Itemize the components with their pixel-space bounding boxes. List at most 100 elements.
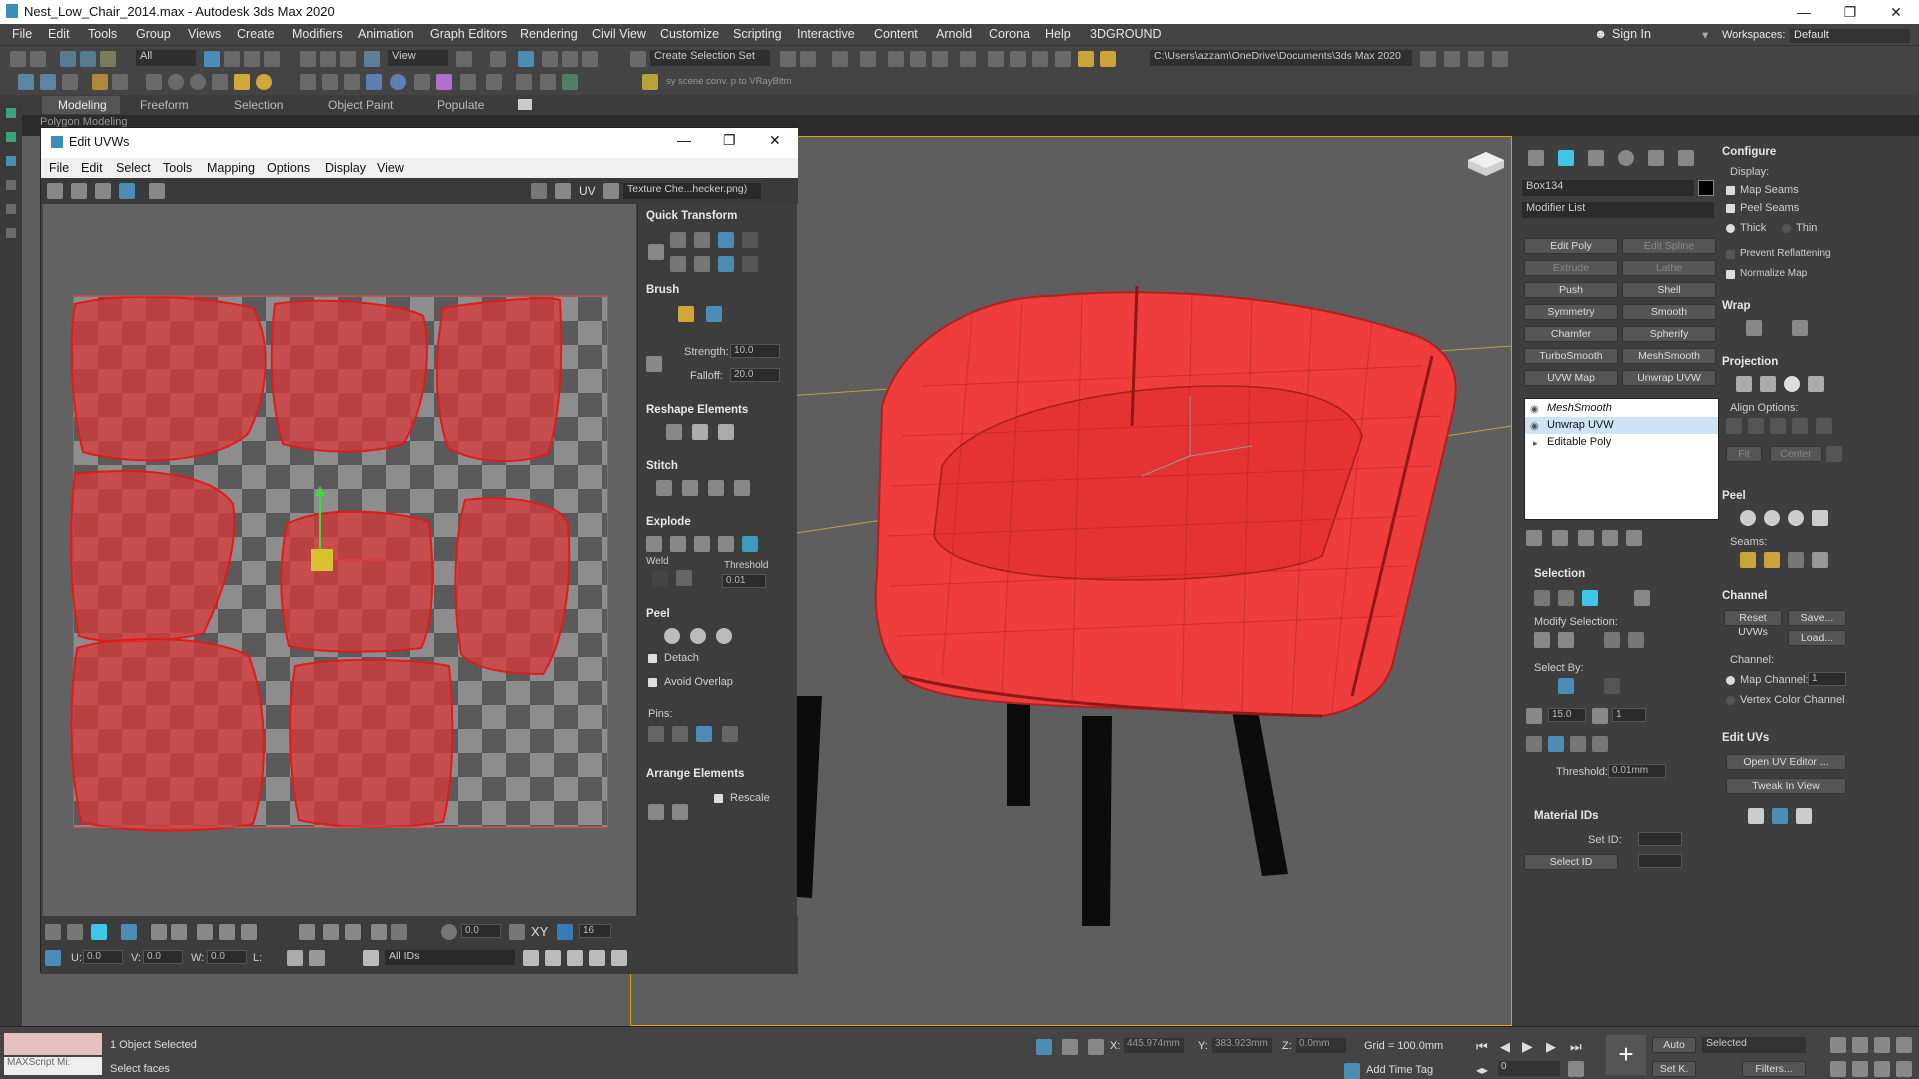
- hierarchy-tool-icon[interactable]: [6, 156, 16, 166]
- move-icon[interactable]: [300, 51, 316, 67]
- uv-maximize-button[interactable]: ❐: [723, 132, 736, 149]
- brush-line-icon[interactable]: [646, 356, 662, 372]
- cone-icon[interactable]: [212, 74, 228, 90]
- uv-pinch-icon[interactable]: [391, 924, 407, 940]
- bind-space-warp-icon[interactable]: [100, 51, 116, 67]
- peel-header[interactable]: Peel: [646, 608, 670, 620]
- u-spinner[interactable]: 0.0: [83, 950, 123, 964]
- vertex-color-radio[interactable]: [1726, 696, 1735, 705]
- zoom-extents-icon[interactable]: [1874, 1037, 1890, 1053]
- arrange-elements-header[interactable]: Arrange Elements: [646, 768, 744, 780]
- visibility-eye-icon[interactable]: ◉: [1530, 402, 1539, 418]
- vray-material-icon[interactable]: [436, 74, 452, 90]
- uv-filter-icon[interactable]: [363, 950, 379, 966]
- quick-planar-map-icon[interactable]: [1748, 808, 1764, 824]
- turbosmooth-button[interactable]: TurboSmooth: [1524, 348, 1618, 364]
- object-color-swatch[interactable]: [1698, 180, 1714, 196]
- pin-stack-icon[interactable]: [1526, 530, 1542, 546]
- axis-x-icon[interactable]: [1548, 736, 1564, 752]
- uv-paint-select-icon[interactable]: [323, 924, 339, 940]
- ribbon-options-icon[interactable]: [518, 99, 532, 110]
- sel-edge-icon[interactable]: [1558, 590, 1574, 606]
- menu-modifiers[interactable]: Modifiers: [292, 27, 343, 41]
- material-id-filter[interactable]: All IDs: [385, 950, 515, 965]
- shrink-selection-icon[interactable]: [1558, 632, 1574, 648]
- planar-map-icon[interactable]: [1736, 376, 1752, 392]
- select-by-uv-icon[interactable]: [1604, 678, 1620, 694]
- zoom-all-icon[interactable]: [1852, 1037, 1868, 1053]
- paint-tool-icon[interactable]: [112, 74, 128, 90]
- edit-named-selection-icon[interactable]: [630, 51, 646, 67]
- light-icon[interactable]: [234, 74, 250, 90]
- axis-y-icon[interactable]: [1570, 736, 1586, 752]
- extrude-button[interactable]: Extrude: [1524, 260, 1618, 276]
- uv-menu-edit[interactable]: Edit: [81, 161, 103, 175]
- pin-icon[interactable]: [642, 74, 658, 90]
- uv-freeform-icon[interactable]: [119, 183, 135, 199]
- relax-settings-icon[interactable]: [718, 424, 734, 440]
- rotate-ccw-icon[interactable]: [718, 232, 734, 248]
- align-vertical-icon[interactable]: [694, 232, 710, 248]
- auto-pin-icon[interactable]: [696, 726, 712, 742]
- uv-xy-toggle[interactable]: XY: [531, 924, 548, 939]
- align-to-view-icon[interactable]: [1816, 418, 1832, 434]
- pack-together-icon[interactable]: [672, 804, 688, 820]
- scene-tool-icon[interactable]: [92, 74, 108, 90]
- uv-curve-icon[interactable]: [509, 924, 525, 940]
- utilities-panel-icon[interactable]: [1678, 150, 1694, 166]
- peel-reset-icon[interactable]: [1788, 510, 1804, 526]
- uv-soft-select-icon[interactable]: [345, 924, 361, 940]
- relax-brush-icon[interactable]: [706, 306, 722, 322]
- convert-edge-icon[interactable]: [1812, 510, 1828, 526]
- flatten-by-polygon-icon[interactable]: [694, 536, 710, 552]
- open-project-icon[interactable]: [1420, 51, 1436, 67]
- display-panel-icon[interactable]: [1648, 150, 1664, 166]
- tab-object-paint[interactable]: Object Paint: [328, 98, 393, 112]
- maxscript-listener-mini[interactable]: [4, 1033, 102, 1055]
- select-id-button[interactable]: Select ID: [1524, 854, 1618, 870]
- visibility-eye-icon[interactable]: ◉: [1530, 419, 1539, 435]
- tab-populate[interactable]: Populate: [437, 98, 484, 112]
- expand-arrow-icon[interactable]: ▸: [1533, 435, 1538, 451]
- angle-snap-icon[interactable]: [542, 51, 558, 67]
- save-button[interactable]: Save...: [1788, 610, 1846, 626]
- planar-angle-icon[interactable]: [1526, 708, 1542, 724]
- quick-peel-icon[interactable]: [1740, 510, 1756, 526]
- select-tool-icon[interactable]: [6, 132, 16, 142]
- utilities-tool-icon[interactable]: [6, 228, 16, 238]
- user-icon[interactable]: ☻: [1594, 27, 1607, 41]
- time-tag-icon[interactable]: [1344, 1063, 1360, 1079]
- render-cloud-icon[interactable]: [1078, 51, 1094, 67]
- w-spinner[interactable]: 0.0: [207, 950, 247, 964]
- unfold-mapping-icon[interactable]: [1792, 320, 1808, 336]
- minimize-button[interactable]: —: [1781, 0, 1827, 24]
- prev-frame-icon[interactable]: ◀: [1500, 1039, 1510, 1055]
- uv-menu-display[interactable]: Display: [325, 161, 366, 175]
- peel-mode-icon[interactable]: [1764, 510, 1780, 526]
- peel-rollout-header[interactable]: Peel: [1722, 490, 1746, 502]
- key-mode-icon[interactable]: ◂▸: [1476, 1063, 1488, 1077]
- select-by-mat-id-icon[interactable]: [1592, 708, 1608, 724]
- uv-rotate-icon[interactable]: [71, 183, 87, 199]
- menu-tools[interactable]: Tools: [88, 27, 117, 41]
- tab-freeform[interactable]: Freeform: [140, 98, 189, 112]
- zoom-extents-all-icon[interactable]: [1896, 1037, 1912, 1053]
- relax-icon[interactable]: [692, 424, 708, 440]
- select-by-name-icon[interactable]: [224, 51, 240, 67]
- push-button[interactable]: Push: [1524, 282, 1618, 298]
- teapot-icon[interactable]: [146, 74, 162, 90]
- save-project-icon[interactable]: [1444, 51, 1460, 67]
- menu-interactive[interactable]: Interactive: [797, 27, 855, 41]
- uv-hide-icon[interactable]: [309, 950, 325, 966]
- sel-element-icon[interactable]: [1634, 590, 1650, 606]
- point-to-point-seams-icon[interactable]: [1764, 552, 1780, 568]
- flatten-by-material-icon[interactable]: [742, 536, 758, 552]
- uv-menu-file[interactable]: File: [49, 161, 69, 175]
- uv-coordinate-label[interactable]: UV: [579, 184, 596, 198]
- uv-zoom-extents-icon[interactable]: [589, 950, 605, 966]
- menu-corona[interactable]: Corona: [989, 27, 1030, 41]
- z-coordinate-field[interactable]: 0.0mm: [1296, 1038, 1346, 1053]
- project-folder-icon[interactable]: [1468, 51, 1484, 67]
- align-horizontal-icon[interactable]: [670, 232, 686, 248]
- region-select-icon[interactable]: [244, 51, 260, 67]
